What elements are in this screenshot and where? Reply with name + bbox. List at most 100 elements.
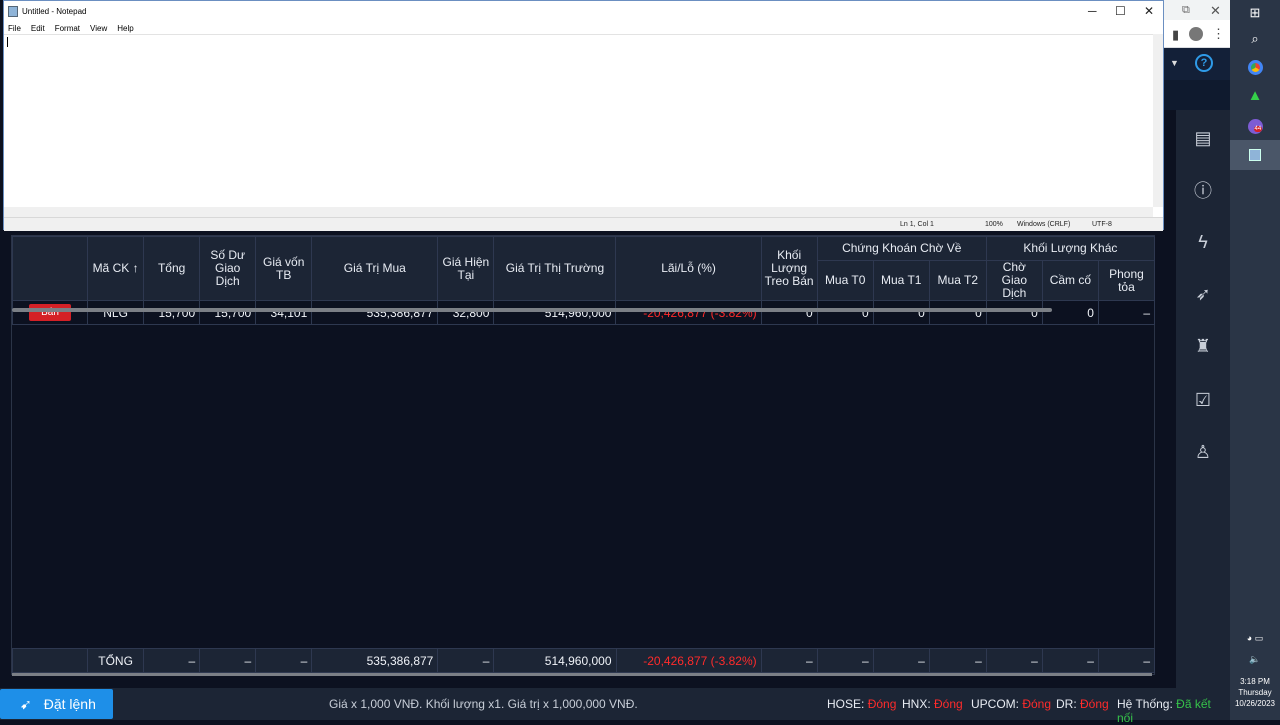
total-horizontal-scrollbar[interactable] [12,673,1152,676]
vertical-scrollbar[interactable] [1153,34,1163,207]
cell-lai-lo: -20,426,877 (-3.82%) [615,300,762,325]
market-hose: HOSE: Đóng [827,697,896,711]
stamp-icon[interactable]: ♜ [1176,328,1230,364]
sell-button[interactable]: Bán [29,304,72,321]
total-blank-cell [11,648,89,673]
total-so-du: – [199,648,257,673]
minimize-icon[interactable]: ─ [1088,4,1097,18]
table-row[interactable]: Bán NLG 15,700 15,700 34,101 535,386,877… [11,300,1156,325]
header-mua-t2[interactable]: Mua T2 [928,260,987,301]
close-icon[interactable]: ✕ [1144,4,1154,18]
action-cell: Bán [11,300,89,325]
cell-so-du: 15,700 [199,300,257,325]
notification-badge: 44 [1253,125,1263,132]
help-icon[interactable]: ? [1195,54,1213,72]
app-sidebar: ▤ ⓘ ϟ ➶ ♜ ☑ ♙ [1176,110,1230,688]
chrome-icon[interactable] [1230,58,1280,76]
viber-icon[interactable]: 44 [1230,116,1280,136]
cell-phong-toa: – [1097,300,1156,325]
person-icon[interactable]: ♙ [1176,434,1230,470]
restore-icon[interactable]: ⧉ [1182,4,1190,17]
tray-icons[interactable]: ◕ ▭ [1230,630,1280,646]
total-mua-t0: – [816,648,874,673]
market-upcom-label: UPCOM: [971,697,1019,711]
header-mua-t0[interactable]: Mua T0 [816,260,874,301]
cursor-click-icon: ➹ [20,695,32,712]
header-cho-gd[interactable]: Chờ Giao Dịch [985,260,1043,301]
header-kl-treo[interactable]: Khối Lượng Treo Bán [760,236,818,301]
send-icon[interactable]: ➶ [1176,276,1230,312]
header-ma-ck-label: Mã CK [92,261,130,275]
notepad-taskbar-icon[interactable] [1230,140,1280,170]
browser-menu-icon[interactable]: ⋮ [1212,26,1225,42]
close-icon[interactable]: ✕ [1210,3,1221,19]
total-label: TỔNG [87,648,145,673]
maximize-icon[interactable]: ☐ [1115,4,1126,18]
header-kl-khac: Khối Lượng Khác [985,236,1156,261]
horizontal-scrollbar[interactable] [4,207,1153,217]
market-hose-status: Đóng [867,697,897,711]
bottom-status-bar: ➹ Đặt lệnh Giá x 1,000 VNĐ. Khối lượng x… [0,688,1230,725]
menu-edit[interactable]: Edit [31,24,45,33]
notepad-menubar: File Edit Format View Help [4,22,1163,34]
total-tong: – [143,648,201,673]
checklist-icon[interactable]: ☑ [1176,382,1230,418]
header-tong[interactable]: Tổng [143,236,201,301]
header-gia-tri-tt[interactable]: Giá Trị Thị Trường [493,236,617,301]
menu-format[interactable]: Format [55,24,80,33]
status-line-ending: Windows (CRLF) [1017,221,1071,228]
header-phong-toa[interactable]: Phong tỏa [1097,260,1156,301]
sidepanel-icon[interactable]: ▮ [1172,27,1179,43]
notepad-text-area[interactable] [4,34,1153,207]
sort-up-icon[interactable]: ↑ [133,261,139,275]
total-gia-von: – [255,648,313,673]
market-dr-status: Đóng [1080,697,1109,711]
header-gia-von[interactable]: Giá vốn TB [255,236,313,301]
windows-start-icon[interactable]: ⊞ [1230,4,1280,22]
system-status-label: Hệ Thống: [1117,697,1173,711]
header-ma-ck[interactable]: Mã CK ↑ [87,236,145,301]
lightning-icon[interactable]: ϟ [1176,224,1230,260]
header-gia-tri-mua[interactable]: Giá Trị Mua [311,236,439,301]
clock-day: Thursday [1238,688,1272,697]
header-cam-co[interactable]: Cầm cố [1041,260,1099,301]
taskbar-clock[interactable]: 3:18 PM Thursday 10/26/2023 [1230,676,1280,709]
grid-horizontal-scrollbar[interactable] [12,308,1052,312]
notepad-window: Untitled - Notepad ─ ☐ ✕ File Edit Forma… [3,0,1164,231]
total-mua-t2: – [928,648,987,673]
triangle-app-icon[interactable]: ▲ [1230,86,1280,104]
search-icon[interactable]: ⌕ [1230,30,1280,48]
total-row: TỔNG – – – 535,386,877 – 514,960,000 -20… [11,648,1156,673]
unit-note: Giá x 1,000 VNĐ. Khối lượng x1. Giá trị … [329,697,638,711]
cell-gia-tri-mua: 535,386,877 [311,300,439,325]
notepad-statusbar: Ln 1, Col 1 100% Windows (CRLF) UTF-8 [4,217,1163,231]
header-action [11,236,89,301]
place-order-button[interactable]: ➹ Đặt lệnh [0,689,113,719]
header-gia-hien-tai[interactable]: Giá Hiện Tại [437,236,495,301]
header-mua-t1[interactable]: Mua T1 [872,260,930,301]
windows-taskbar: ⊞ ⌕ ▲ 44 ◕ ▭ 🔈 [1230,0,1280,720]
cell-mua-t0: 0 [816,300,874,325]
cell-kl-treo: 0 [760,300,818,325]
header-lai-lo[interactable]: Lãi/Lỗ (%) [615,236,762,301]
menu-view[interactable]: View [90,24,107,33]
cell-gia-tri-tt: 514,960,000 [493,300,617,325]
total-gia-hien-tai: – [437,648,495,673]
chevron-down-icon[interactable]: ▼ [1170,58,1179,68]
market-dr-label: DR: [1056,697,1077,711]
cell-cho-gd: 0 [985,300,1043,325]
total-table: TỔNG – – – 535,386,877 – 514,960,000 -20… [11,648,1156,673]
total-mua-t1: – [872,648,930,673]
menu-file[interactable]: File [8,24,21,33]
order-book-icon[interactable]: ▤ [1176,120,1230,156]
header-so-du[interactable]: Số Dư Giao Dịch [199,236,257,301]
clock-time: 3:18 PM [1240,677,1270,686]
volume-icon[interactable]: 🔈 [1230,651,1280,667]
text-caret [7,37,8,47]
menu-help[interactable]: Help [117,24,133,33]
cell-mua-t1: 0 [872,300,930,325]
info-icon[interactable]: ⓘ [1176,172,1230,208]
profile-avatar-icon[interactable] [1189,27,1203,41]
total-lai-lo: -20,426,877 (-3.82%) [615,648,762,673]
cell-ma: NLG [87,300,145,325]
